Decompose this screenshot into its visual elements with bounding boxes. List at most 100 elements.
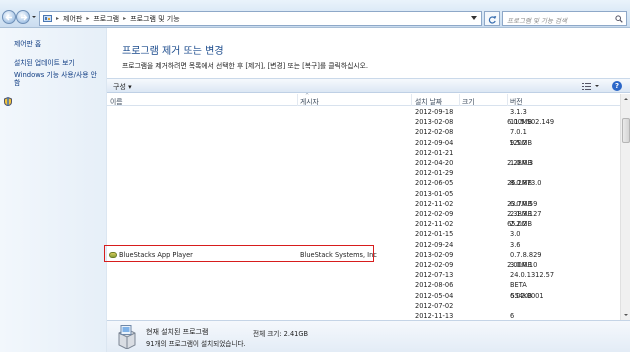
column-publisher[interactable]: 게시자 <box>300 96 319 106</box>
organize-button[interactable]: 구성 ▾ <box>113 82 132 92</box>
recent-pages-dropdown-icon[interactable] <box>31 14 37 20</box>
version-cell: 24.0.1312.57 <box>510 271 555 280</box>
install-date-cell: 2012-06-05 <box>415 179 454 188</box>
install-date-cell: 2012-08-06 <box>415 281 454 290</box>
version-cell: 3.0.0.10 <box>510 261 538 269</box>
search-placeholder: 프로그램 및 기능 검색 <box>507 17 568 25</box>
version-cell: 3.0 <box>510 230 521 239</box>
view-options-icon[interactable] <box>582 82 600 91</box>
table-row[interactable]: 2012-11-02 23.7MB 6.0.0.59 <box>107 199 620 209</box>
version-cell: 7.0.1 <box>510 128 527 137</box>
install-date-cell: 2012-01-29 <box>415 169 454 178</box>
scrollbar-thumb[interactable] <box>622 118 630 143</box>
version-cell: 3.1.3 <box>510 108 527 116</box>
breadcrumb-programs-and-features[interactable]: 프로그램 및 기능 <box>130 14 180 24</box>
search-icon[interactable] <box>615 15 623 23</box>
control-panel-icon <box>43 14 52 22</box>
scroll-up-arrow-icon[interactable] <box>622 95 630 103</box>
breadcrumb-control-panel[interactable]: 제어판 <box>63 14 82 24</box>
scroll-down-arrow-icon[interactable] <box>622 311 630 319</box>
version-cell: 6 <box>510 312 515 320</box>
column-divider[interactable] <box>297 94 298 106</box>
back-button[interactable] <box>2 10 16 24</box>
table-row[interactable]: 2012-01-15 3.0 <box>107 229 620 239</box>
column-version[interactable]: 버전 <box>510 96 523 106</box>
page-instructions: 프로그램을 제거하려면 목록에서 선택한 후 [제거], [변경] 또는 [복구… <box>122 62 369 70</box>
version-cell: 2.2.2 <box>510 220 527 229</box>
install-date-cell: 2012-07-02 <box>415 301 454 310</box>
column-divider[interactable] <box>459 94 460 106</box>
forward-arrow-icon <box>21 14 28 21</box>
column-install-date[interactable]: 설치 날짜 <box>415 96 442 106</box>
column-size[interactable]: 크기 <box>462 96 475 106</box>
windows-features-link[interactable]: Windows 기능 사용/사용 안 <box>14 69 97 79</box>
table-row[interactable]: 2013-01-05 <box>107 189 620 199</box>
install-date-cell: 2013-01-05 <box>415 189 454 198</box>
back-arrow-icon <box>5 14 12 21</box>
version-cell: 3.6 <box>510 240 521 249</box>
address-toolbar: ▸ 제어판 ▸ 프로그램 ▸ 프로그램 및 기능 프로그램 및 기능 검색 <box>0 0 630 28</box>
version-cell: 1.0.0.3 <box>510 159 534 167</box>
details-total-size: 전체 크기: 2.41GB <box>253 330 308 338</box>
breadcrumb-separator: ▸ <box>86 15 90 22</box>
table-row[interactable]: 2012-01-29 <box>107 168 620 178</box>
install-date-cell: 2013-02-08 <box>415 118 454 127</box>
details-title: 현재 설치된 프로그램 <box>146 328 209 336</box>
version-cell: 0.7.8.829 <box>510 250 542 259</box>
breadcrumb-separator: ▸ <box>123 15 127 22</box>
address-dropdown-icon[interactable] <box>471 16 477 21</box>
installed-programs-icon <box>118 325 136 349</box>
search-input[interactable]: 프로그램 및 기능 검색 <box>502 11 627 26</box>
tasks-pane: 제어판 홈 설치된 업데이트 보기 Windows 기능 사용/사용 안 함 <box>0 28 107 352</box>
details-pane: 현재 설치된 프로그램 전체 크기: 2.41GB 91개의 프로그램이 설치되… <box>107 320 630 352</box>
command-bar: 구성 ▾ ? <box>107 78 630 93</box>
table-row[interactable]: 2012-05-04 554KB 6.02.0001 <box>107 291 620 301</box>
table-row[interactable]: 2012-06-05 26.2MB 8.0.873.0 <box>107 178 620 188</box>
column-header-row: 이름 ^ 게시자 설치 날짜 크기 버전 <box>107 93 620 106</box>
program-list[interactable]: 2012-09-18 3.1.3 2013-02-08 6.00MB 11.5.502.… <box>107 107 620 320</box>
help-button[interactable]: ? <box>612 81 622 91</box>
install-date-cell: 2012-01-21 <box>415 148 454 157</box>
table-row[interactable]: 2012-07-13 24.0.1312.57 <box>107 270 620 280</box>
version-cell: 8.0.873.0 <box>510 179 542 188</box>
breadcrumb-separator: ▸ <box>56 15 60 22</box>
table-row[interactable]: 2012-11-13 6 <box>107 311 620 320</box>
install-date-cell: 2012-11-02 <box>415 199 454 208</box>
install-date-cell: 2012-02-08 <box>415 128 454 137</box>
table-row[interactable]: 2012-09-18 3.1.3 <box>107 107 620 117</box>
table-row[interactable]: 2012-09-04 120MB 9.5.2 <box>107 138 620 148</box>
refresh-icon <box>488 16 497 24</box>
refresh-button[interactable] <box>484 11 500 26</box>
install-date-cell: 2012-09-24 <box>415 240 454 249</box>
version-cell: 6.0.0.59 <box>510 199 538 208</box>
breadcrumb-programs[interactable]: 프로그램 <box>93 14 119 24</box>
table-row[interactable]: 2013-02-08 6.00MB 11.5.502.149 <box>107 117 620 127</box>
control-panel-home-link[interactable]: 제어판 홈 <box>14 38 41 48</box>
table-row[interactable]: 2012-08-06 BETA <box>107 280 620 290</box>
column-name[interactable]: 이름 <box>110 96 123 106</box>
version-cell: 11.5.502.149 <box>510 118 555 127</box>
install-date-cell: 2012-01-15 <box>415 230 454 239</box>
install-date-cell: 2012-02-09 <box>415 210 454 218</box>
table-row[interactable]: 2012-04-20 2.28MB 1.0.0.3 <box>107 158 620 168</box>
details-program-count: 91개의 프로그램이 설치되었습니다. <box>146 340 246 348</box>
column-divider[interactable] <box>507 94 508 106</box>
install-date-cell: 2012-05-04 <box>415 291 454 300</box>
version-cell: 6.02.0001 <box>510 291 544 300</box>
windows-features-link-continued[interactable]: 함 <box>14 77 20 87</box>
table-row[interactable]: 2012-02-08 7.0.1 <box>107 127 620 137</box>
table-row[interactable]: 2012-01-21 <box>107 148 620 158</box>
forward-button[interactable] <box>16 10 30 24</box>
install-date-cell: 2012-04-20 <box>415 159 454 167</box>
page-title: 프로그램 제거 또는 변경 <box>122 46 224 57</box>
table-row[interactable]: 2012-07-02 <box>107 301 620 311</box>
address-field[interactable]: ▸ 제어판 ▸ 프로그램 ▸ 프로그램 및 기능 <box>39 11 482 26</box>
table-row[interactable]: 2012-11-02 65.0MB 2.2.2 <box>107 219 620 229</box>
table-row[interactable]: 2012-02-09 2.38MB 2.1.3.127 <box>107 209 620 219</box>
selection-highlight-box <box>104 245 374 262</box>
column-divider[interactable] <box>411 94 412 106</box>
install-date-cell: 2012-07-13 <box>415 271 454 280</box>
install-date-cell: 2013-02-09 <box>415 250 454 259</box>
view-installed-updates-link[interactable]: 설치된 업데이트 보기 <box>14 57 75 67</box>
vertical-scrollbar[interactable] <box>620 94 630 320</box>
